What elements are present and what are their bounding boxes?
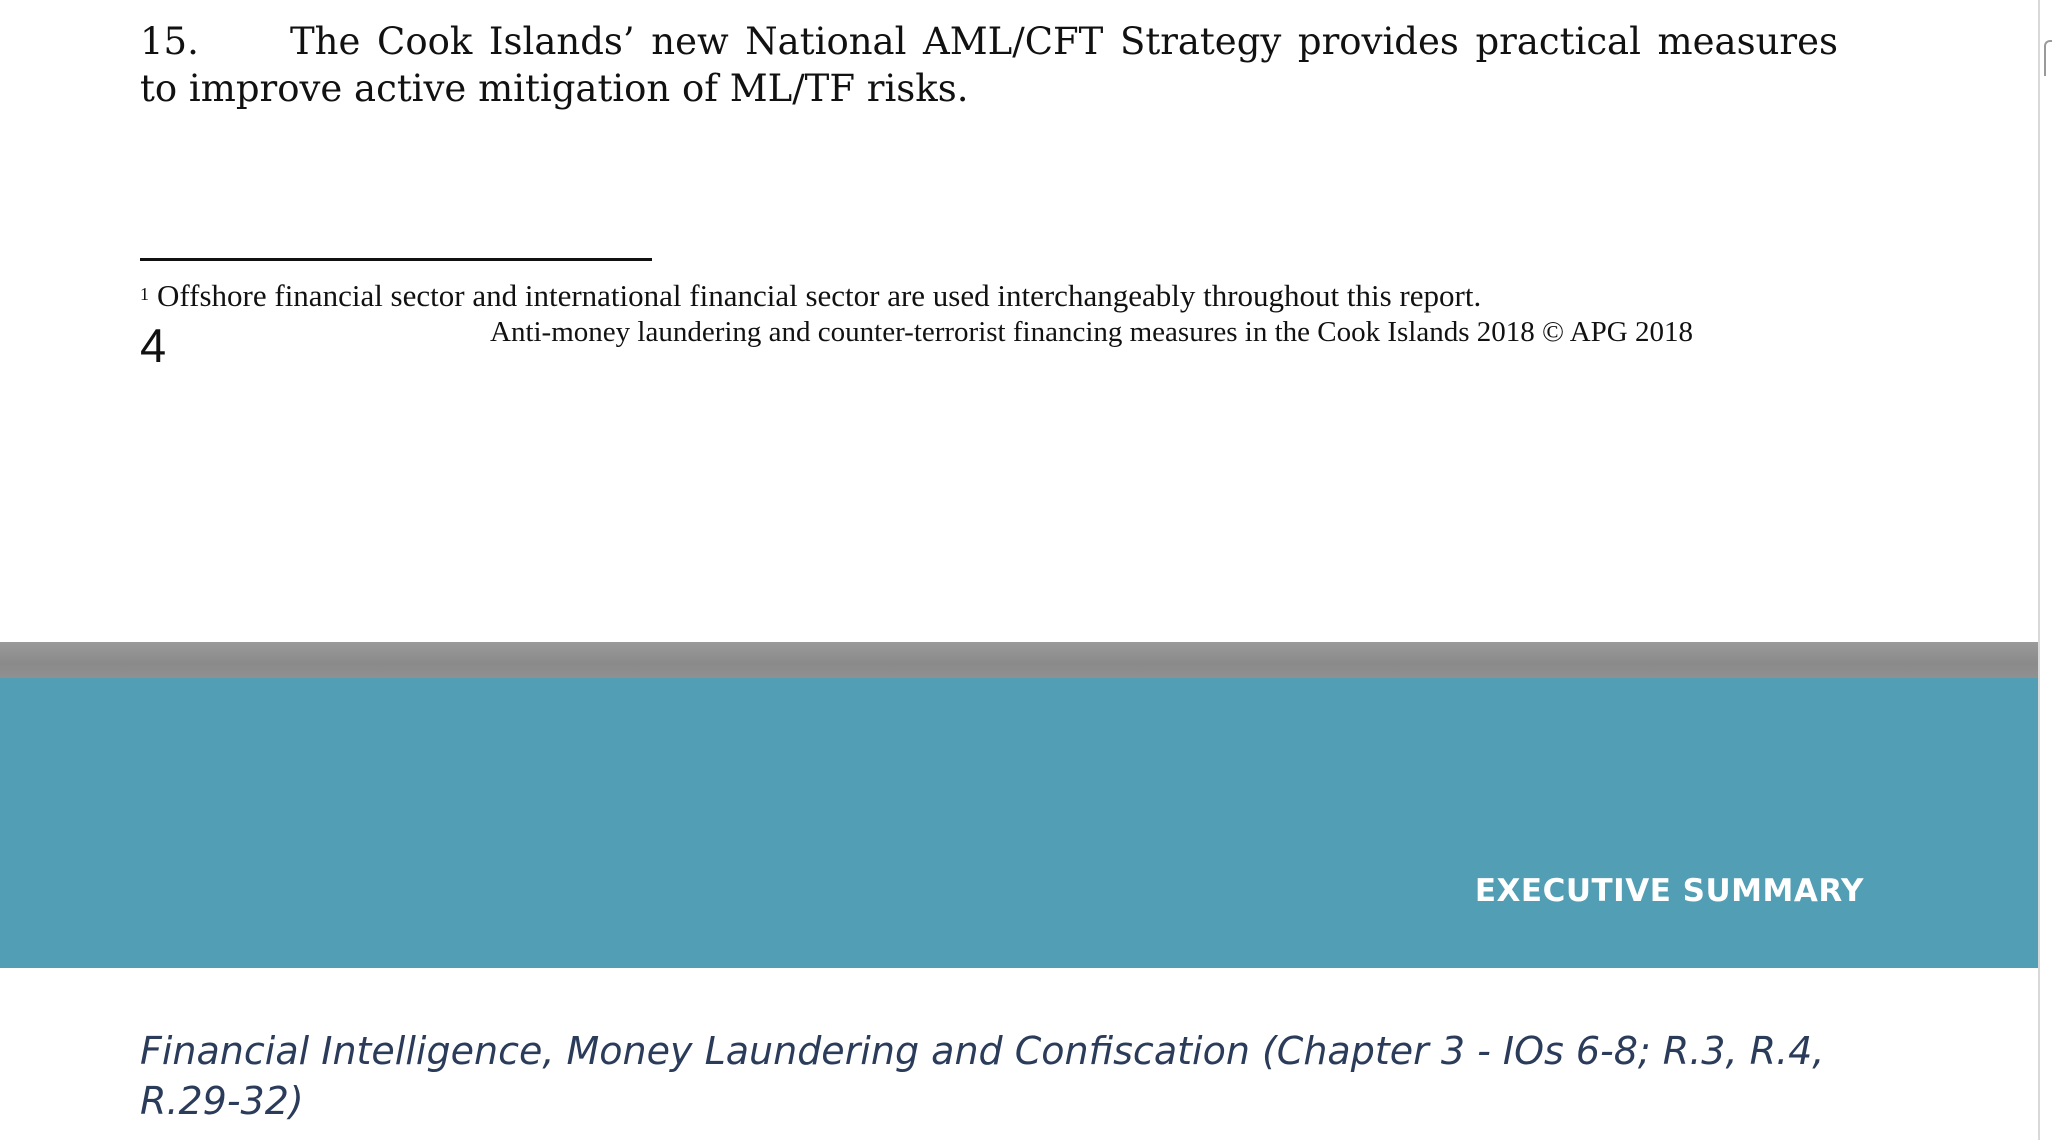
section-banner: EXECUTIVE SUMMARY	[0, 678, 2038, 968]
footnote: 1 Offshore financial sector and internati…	[140, 276, 1840, 316]
footnote-marker: 1	[140, 284, 149, 304]
document-page-next: EXECUTIVE SUMMARY Financial Intelligence…	[0, 678, 2038, 1140]
paragraph-text: The Cook Islands’ new National AML/CFT S…	[140, 20, 1838, 110]
document-page-previous: 15. The Cook Islands’ new National AML/CF…	[0, 0, 2038, 642]
paragraph-number: 15.	[140, 20, 199, 63]
page-number: 4	[140, 319, 167, 372]
page-footer: Anti-money laundering and counter-terror…	[490, 316, 1693, 348]
footnote-separator	[140, 258, 652, 261]
paragraph-15: 15. The Cook Islands’ new National AML/CF…	[140, 18, 1838, 112]
page-gap	[0, 642, 2038, 678]
vertical-scrollbar[interactable]	[2038, 0, 2052, 1140]
scrollbar-edge-icon	[2044, 40, 2052, 76]
banner-title: EXECUTIVE SUMMARY	[1474, 873, 1864, 909]
section-heading: Financial Intelligence, Money Laundering…	[140, 1029, 1825, 1123]
footnote-text: Offshore financial sector and internatio…	[157, 278, 1482, 313]
